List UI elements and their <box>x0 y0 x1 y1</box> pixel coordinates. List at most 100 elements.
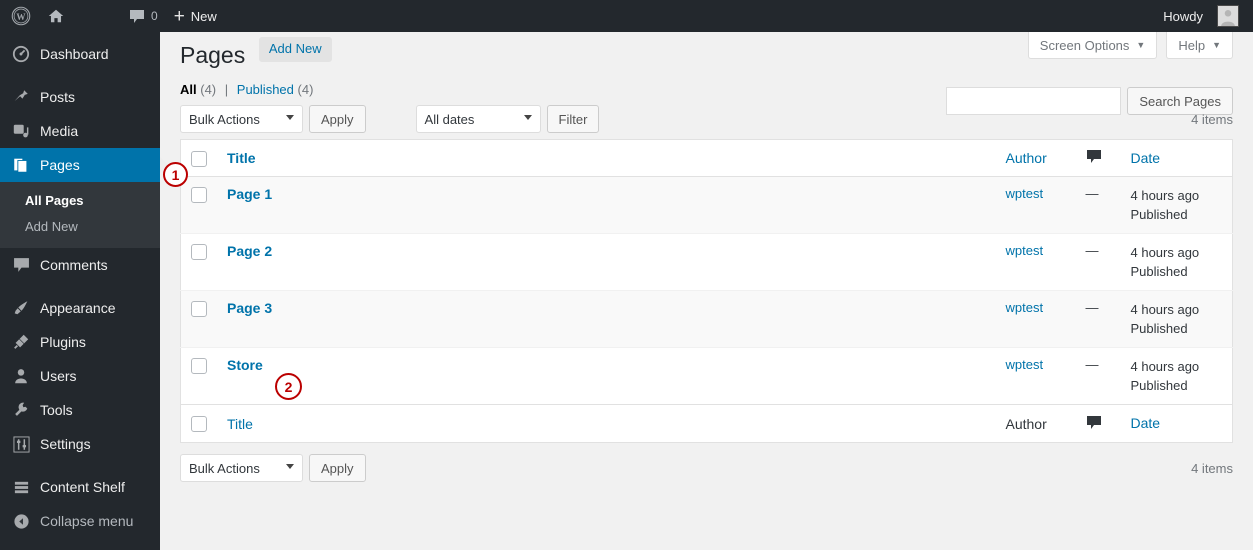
filter-button[interactable]: Filter <box>546 105 600 133</box>
date-status: Published <box>1130 321 1188 336</box>
view-all-label: All <box>180 82 197 97</box>
date-relative: 4 hours ago <box>1130 302 1200 317</box>
comment-bubble-icon <box>130 9 144 23</box>
row-select-cell <box>180 176 217 234</box>
date-relative: 4 hours ago <box>1130 245 1200 260</box>
sidebar-item-appearance[interactable]: Appearance <box>0 291 160 325</box>
author-link[interactable]: wptest <box>1006 243 1044 258</box>
page-title-link[interactable]: Page 3 <box>227 300 272 316</box>
my-account-menu[interactable]: Howdy <box>1155 0 1247 32</box>
table-footer-row: Title Author Date <box>180 404 1233 443</box>
sidebar-item-content-shelf[interactable]: Content Shelf <box>0 470 160 504</box>
collapse-arrow-icon <box>11 511 31 531</box>
screen-options-button[interactable]: Screen Options ▼ <box>1027 32 1158 59</box>
collapse-menu-label: Collapse menu <box>40 513 134 529</box>
page-title-link[interactable]: Store <box>227 357 263 373</box>
page-title-link[interactable]: Page 2 <box>227 243 272 259</box>
site-home-menu[interactable] <box>39 0 73 32</box>
row-select-cell <box>180 233 217 291</box>
row-checkbox[interactable] <box>191 186 207 203</box>
table-header-row: Title Author Date <box>180 139 1233 177</box>
column-author-label: Author <box>1005 150 1047 166</box>
row-date-cell: 4 hours ago Published <box>1120 176 1233 234</box>
row-author-cell: wptest <box>995 233 1076 291</box>
sidebar-item-comments[interactable]: Comments <box>0 248 160 282</box>
row-date-cell: 4 hours ago Published <box>1120 233 1233 291</box>
sidebar-item-posts[interactable]: Posts <box>0 80 160 114</box>
tablenav-top: Bulk Actions Apply All dates Filter 4 it… <box>180 105 1233 135</box>
column-title-label: Title <box>227 150 256 166</box>
sidebar-item-label: Posts <box>40 89 76 105</box>
table-row: Page 3 wptest — 4 hours ago Published <box>180 290 1233 348</box>
row-checkbox[interactable] <box>191 357 207 374</box>
bulk-actions-select-top[interactable]: Bulk Actions <box>180 105 303 133</box>
pin-icon <box>11 87 31 107</box>
dashboard-gauge-icon <box>11 44 31 64</box>
bulk-actions-select-bottom[interactable]: Bulk Actions <box>180 454 303 482</box>
wrench-icon <box>11 400 31 420</box>
view-all-link[interactable]: All <box>180 82 197 97</box>
author-link[interactable]: wptest <box>1006 186 1044 201</box>
chevron-down-icon <box>286 115 294 120</box>
pages-submenu: All Pages Add New <box>0 182 160 248</box>
apply-button-bottom[interactable]: Apply <box>309 454 366 482</box>
row-checkbox[interactable] <box>191 243 207 260</box>
page-title: Pages <box>180 42 246 68</box>
submenu-item-all-pages[interactable]: All Pages <box>0 188 160 214</box>
row-title-cell: Page 2 <box>217 233 996 291</box>
column-footer-author: Author <box>995 404 1076 443</box>
sidebar-item-label: Settings <box>40 436 91 452</box>
collapse-menu-button[interactable]: Collapse menu <box>0 504 160 538</box>
sidebar-item-label: Comments <box>40 257 108 273</box>
date-filter-select[interactable]: All dates <box>415 105 541 133</box>
svg-text:W: W <box>16 12 26 22</box>
author-link[interactable]: wptest <box>1006 357 1044 372</box>
sidebar-item-pages[interactable]: Pages <box>0 148 168 182</box>
help-button[interactable]: Help ▼ <box>1166 32 1233 59</box>
sidebar-item-media[interactable]: Media <box>0 114 160 148</box>
new-content-menu[interactable]: + New <box>166 0 225 32</box>
sidebar-item-label: Users <box>40 368 77 384</box>
sliders-icon <box>11 434 31 454</box>
column-header-title[interactable]: Title <box>217 139 996 177</box>
wordpress-logo-icon: W <box>11 6 31 26</box>
sidebar-item-users[interactable]: Users <box>0 359 160 393</box>
annotation-badge-2: 2 <box>275 373 302 400</box>
row-checkbox[interactable] <box>191 300 207 317</box>
sidebar-item-dashboard[interactable]: Dashboard <box>0 37 160 71</box>
sidebar-item-label: Media <box>40 123 79 139</box>
row-author-cell: wptest <box>996 348 1076 405</box>
date-status: Published <box>1130 378 1188 393</box>
avatar <box>1217 5 1239 27</box>
sidebar-item-label: Dashboard <box>40 46 109 62</box>
apply-button-top[interactable]: Apply <box>309 105 366 133</box>
select-all-checkbox-bottom[interactable] <box>191 416 207 433</box>
sidebar-item-settings[interactable]: Settings <box>0 427 160 461</box>
admin-sidebar-menu: Dashboard Posts Media Pages All Pages Ad… <box>0 32 168 550</box>
column-header-author: Author <box>995 139 1076 177</box>
add-new-page-button[interactable]: Add New <box>258 36 332 62</box>
comments-menu[interactable]: 0 <box>121 0 166 32</box>
views-separator: | <box>224 82 229 97</box>
bulk-actions-value: Bulk Actions <box>189 460 260 476</box>
date-relative: 4 hours ago <box>1130 359 1200 374</box>
row-select-cell <box>180 290 217 348</box>
date-status: Published <box>1130 207 1188 222</box>
pages-table-body: Page 1 wptest — 4 hours ago Published Pa… <box>180 176 1233 405</box>
view-published-link[interactable]: Published <box>237 82 294 97</box>
sidebar-item-plugins[interactable]: Plugins <box>0 325 160 359</box>
sidebar-item-tools[interactable]: Tools <box>0 393 160 427</box>
column-footer-title[interactable]: Title <box>217 404 996 443</box>
author-link[interactable]: wptest <box>1006 300 1044 315</box>
pages-icon <box>11 155 31 175</box>
comments-count: 0 <box>151 9 158 23</box>
select-all-checkbox-top[interactable] <box>191 150 207 167</box>
page-title-link[interactable]: Page 1 <box>227 186 272 202</box>
wordpress-logo-menu[interactable]: W <box>3 0 39 32</box>
column-header-date[interactable]: Date <box>1120 139 1233 177</box>
screen-options-label: Screen Options <box>1039 37 1130 53</box>
row-title-cell: Page 1 <box>217 176 996 234</box>
column-footer-date[interactable]: Date <box>1120 404 1233 443</box>
submenu-item-add-new[interactable]: Add New <box>0 214 160 240</box>
displaying-num-bottom: 4 items <box>1191 460 1233 476</box>
